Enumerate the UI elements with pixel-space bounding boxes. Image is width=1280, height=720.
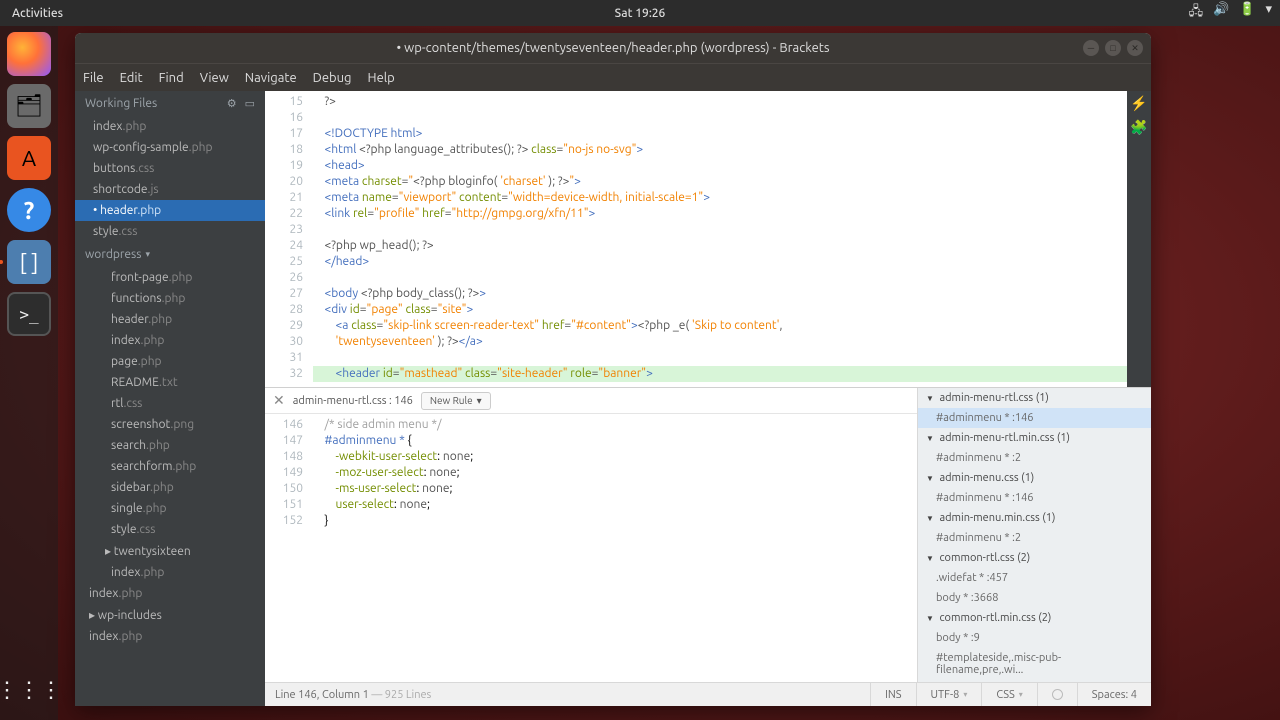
menu-navigate[interactable]: Navigate [245,71,297,85]
sidebar: Working Files ⚙▭ index.phpwp-config-samp… [75,91,265,706]
cursor-position[interactable]: Line 146, Column 1 [275,689,369,701]
file-item[interactable]: README.txt [75,372,265,393]
close-icon[interactable]: ✕ [273,392,285,409]
statusbar: Line 146, Column 1 — 925 Lines INS UTF-8… [265,682,1151,706]
file-item[interactable]: rtl.css [75,393,265,414]
encoding[interactable]: UTF-8▾ [916,683,982,707]
window-title: • wp-content/themes/twentyseventeen/head… [396,41,829,55]
dock-terminal[interactable]: >_ [7,292,51,336]
brackets-window: • wp-content/themes/twentyseventeen/head… [75,33,1151,706]
line-count: — 925 Lines [369,689,432,701]
menu-file[interactable]: File [83,71,104,85]
split-icon[interactable]: ▭ [245,97,255,110]
linting-status[interactable] [1037,683,1077,707]
dock-files[interactable]: 🗂 [7,84,51,128]
file-item[interactable]: searchform.php [75,456,265,477]
dock-firefox[interactable] [7,32,51,76]
result-file[interactable]: ▼ common-rtl.css (2) [918,548,1151,568]
result-file[interactable]: ▼ admin-menu-rtl.css (1) [918,388,1151,408]
file-item[interactable]: style.css [75,519,265,540]
working-file[interactable]: index.php [75,116,265,137]
related-files[interactable]: ▼ admin-menu-rtl.css (1)#adminmenu * :14… [917,388,1151,682]
file-item[interactable]: front-page.php [75,267,265,288]
result-selector[interactable]: .widefat * :457 [918,568,1151,588]
file-item[interactable]: page.php [75,351,265,372]
network-icon[interactable]: 🖧 [1189,2,1204,24]
live-preview-icon[interactable]: ⚡ [1127,91,1151,115]
quick-edit-panel: ✕ admin-menu-rtl.css : 146 New Rule▾ 146… [265,387,1151,682]
clock[interactable]: Sat 19:26 [615,7,666,20]
dock: 🗂 A ? [ ] >_ ⋮⋮⋮ [0,26,58,720]
working-file[interactable]: • header.php [75,200,265,221]
file-item[interactable]: header.php [75,309,265,330]
right-rail: ⚡ 🧩 [1127,91,1151,387]
menu-edit[interactable]: Edit [120,71,143,85]
minimize-button[interactable]: ─ [1083,40,1099,56]
menu-view[interactable]: View [200,71,229,85]
working-file[interactable]: shortcode.js [75,179,265,200]
extensions-icon[interactable]: 🧩 [1127,115,1151,139]
new-rule-button[interactable]: New Rule▾ [421,392,491,410]
system-tray[interactable]: 🖧 🔊 🔋 ▾ [1189,2,1272,24]
result-selector[interactable]: body * :3668 [918,588,1151,608]
file-item[interactable]: functions.php [75,288,265,309]
language[interactable]: CSS▾ [981,683,1036,707]
working-file[interactable]: wp-config-sample.php [75,137,265,158]
gear-icon[interactable]: ⚙ [227,97,237,110]
result-selector[interactable]: #adminmenu * :2 [918,448,1151,468]
menu-debug[interactable]: Debug [313,71,352,85]
file-item[interactable]: index.php [75,330,265,351]
working-files-header[interactable]: Working Files ⚙▭ [75,91,265,116]
working-file[interactable]: buttons.css [75,158,265,179]
result-file[interactable]: ▼ common-rtl.min.css (2) [918,608,1151,628]
folder-item[interactable]: ▸ twentysixteen [75,540,265,562]
chevron-down-icon[interactable]: ▾ [1265,2,1272,24]
file-item[interactable]: index.php [75,626,265,647]
insert-mode[interactable]: INS [870,683,915,707]
file-item[interactable]: index.php [75,562,265,583]
file-item[interactable]: single.php [75,498,265,519]
file-item[interactable]: sidebar.php [75,477,265,498]
quick-edit-header: ✕ admin-menu-rtl.css : 146 New Rule▾ [265,388,917,414]
result-file[interactable]: ▼ admin-menu.min.css (1) [918,508,1151,528]
dock-software[interactable]: A [7,136,51,180]
titlebar[interactable]: • wp-content/themes/twentyseventeen/head… [75,33,1151,63]
quick-edit-code[interactable]: 146147148149150151152 /* side admin menu… [265,414,917,682]
battery-icon[interactable]: 🔋 [1239,2,1255,24]
close-button[interactable]: ✕ [1127,40,1143,56]
menu-help[interactable]: Help [368,71,395,85]
gutter: 151617181920212223242526272829303132 [265,91,313,387]
quick-edit-file-label: admin-menu-rtl.css : 146 [293,395,413,407]
indent[interactable]: Spaces: 4 [1077,683,1151,707]
result-selector[interactable]: #adminmenu * :2 [918,528,1151,548]
project-header[interactable]: wordpress▾ [75,242,265,267]
working-file[interactable]: style.css [75,221,265,242]
code-editor[interactable]: 151617181920212223242526272829303132 ?> … [265,91,1151,387]
menubar: File Edit Find View Navigate Debug Help [75,63,1151,91]
chevron-down-icon: ▾ [477,395,482,407]
file-item[interactable]: index.php [75,583,265,604]
maximize-button[interactable]: □ [1105,40,1121,56]
file-item[interactable]: screenshot.png [75,414,265,435]
result-selector[interactable]: #adminmenu * :146 [918,408,1151,428]
volume-icon[interactable]: 🔊 [1213,2,1229,24]
result-selector[interactable]: #templateside,.misc-pub-filename,pre,.wi… [918,648,1151,680]
result-file[interactable]: ▼ admin-menu-rtl.min.css (1) [918,428,1151,448]
result-selector[interactable]: #adminmenu * :146 [918,488,1151,508]
dock-apps-grid[interactable]: ⋮⋮⋮ [7,668,51,712]
file-item[interactable]: search.php [75,435,265,456]
folder-item[interactable]: ▸ wp-includes [75,604,265,626]
result-file[interactable]: ▼ admin-menu.css (1) [918,468,1151,488]
gnome-topbar: Activities Sat 19:26 🖧 🔊 🔋 ▾ [0,0,1280,26]
dock-brackets[interactable]: [ ] [7,240,51,284]
result-selector[interactable]: body * :9 [918,628,1151,648]
activities-button[interactable]: Activities [0,7,75,20]
menu-find[interactable]: Find [159,71,184,85]
dock-help[interactable]: ? [7,188,51,232]
